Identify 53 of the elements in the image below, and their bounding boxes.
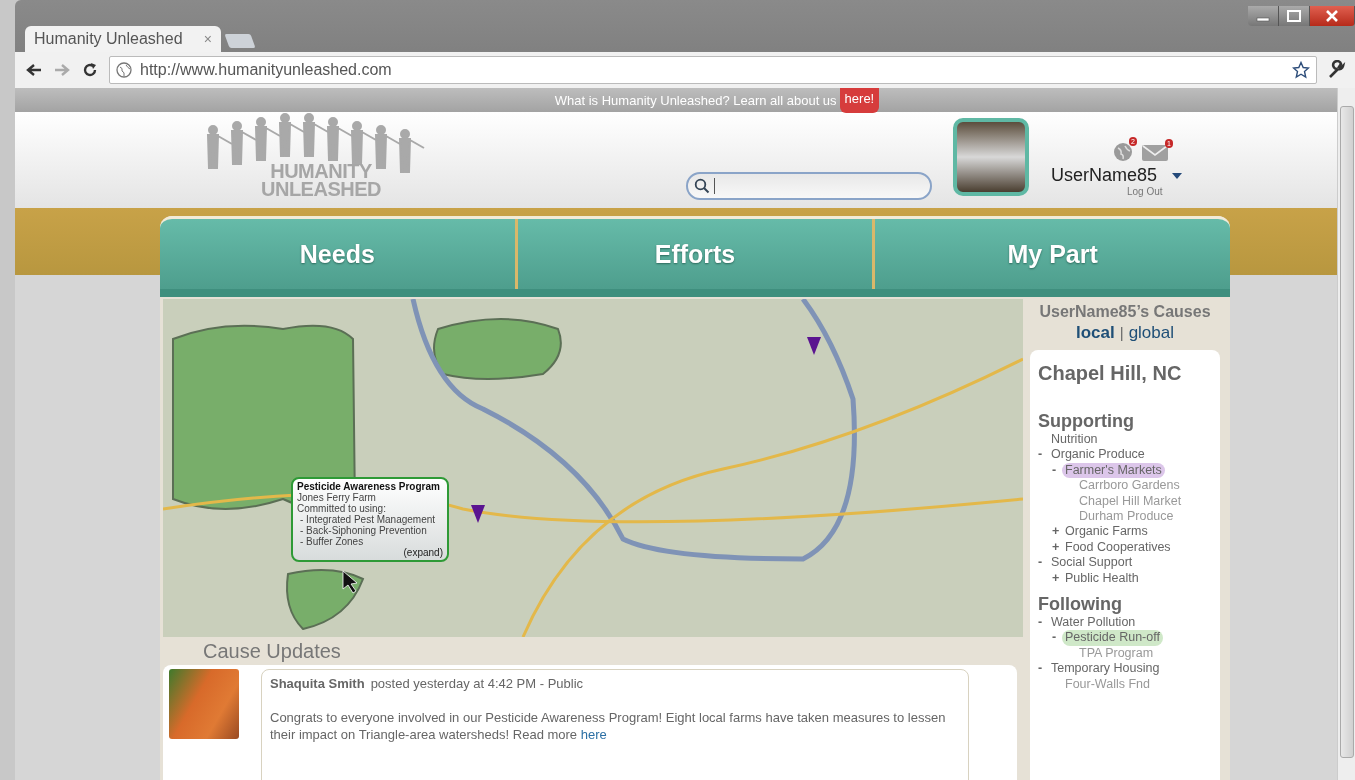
toggle-sign[interactable]: - — [1038, 447, 1048, 463]
separator: | — [1119, 324, 1124, 341]
learn-more-link[interactable]: here! — [839, 88, 880, 113]
popup-list-item: - Back-Siphoning Prevention — [299, 525, 427, 536]
section-title: Cause Updates — [202, 639, 342, 664]
toggle-sign[interactable]: - — [1038, 615, 1048, 631]
logout-link[interactable]: Log Out — [1127, 186, 1163, 197]
toggle-sign[interactable]: + — [1052, 524, 1062, 540]
section-heading: Supporting — [1038, 411, 1135, 432]
post-author[interactable]: Shaquita Smith — [270, 676, 365, 691]
popup-title: Pesticide Awareness Program — [297, 481, 441, 492]
logo-text: HUMANITY — [270, 162, 372, 180]
scope-link[interactable]: local — [1076, 323, 1115, 343]
toggle-sign[interactable]: - — [1052, 630, 1062, 646]
username: UserName85 — [1051, 165, 1158, 186]
post-text: Congrats to everyone involved in our Pesticide Awareness Program! Eight local farms have taken measures to lessen their impact on Triangle-area watersheds! Read more here — [270, 709, 947, 743]
toggle-sign[interactable]: - — [1052, 462, 1062, 479]
expand-link[interactable]: (expand) — [297, 547, 443, 558]
tree-item[interactable]: Chapel Hill Market — [1076, 493, 1185, 510]
popup-text: Committed to using: — [297, 503, 386, 514]
scope-link[interactable]: global — [1128, 323, 1174, 343]
section-heading: Following — [1038, 594, 1123, 616]
tree-item[interactable]: Pesticide Run-off — [1062, 630, 1163, 646]
tree-item[interactable]: Temporary Housing — [1048, 661, 1163, 677]
sidebar-title: UserName85’s Causes — [1039, 303, 1211, 321]
read-more-link[interactable]: here — [580, 727, 607, 742]
map-placeholder[interactable]: Pesticide Awareness Program Jones Ferry Farm Committed to using: - Integrated Pest Management - Back-Siphoning Prevention - Buffer Zones (expand) — [163, 299, 1023, 637]
post-meta: posted yesterday at 4:42 PM - Public — [370, 676, 584, 691]
toggle-sign[interactable]: + — [1052, 570, 1062, 587]
toggle-sign[interactable]: - — [1038, 661, 1048, 677]
banner-text: What is Humanity Unleashed? Learn all about us — [554, 92, 837, 108]
popup-subtitle: Jones Ferry Farm — [297, 492, 376, 503]
toggle-sign[interactable]: + — [1052, 539, 1062, 556]
tree-item[interactable]: Public Health — [1062, 570, 1142, 587]
tree-item[interactable]: Water Pollution — [1048, 615, 1139, 631]
logo-text: UNLEASHED — [261, 180, 381, 198]
browser-tab[interactable]: Humanity Unleashed × — [25, 26, 221, 52]
popup-list-item: - Integrated Pest Management — [299, 514, 437, 525]
tree-item[interactable]: TPA Program — [1076, 645, 1157, 662]
tree-item[interactable]: Organic Produce — [1048, 447, 1148, 463]
tree-item[interactable]: Nutrition — [1048, 432, 1101, 448]
tree-item[interactable]: Farmer's Markets — [1062, 462, 1165, 479]
tree-item[interactable]: Durham Produce — [1076, 509, 1177, 525]
tree-item[interactable]: Social Support — [1048, 555, 1136, 571]
tree-item[interactable]: Carrboro Gardens — [1076, 478, 1183, 494]
tab-close-button[interactable]: × — [203, 31, 212, 47]
tree-item[interactable]: Food Cooperatives — [1062, 539, 1174, 556]
tree-item[interactable]: Organic Farms — [1062, 524, 1151, 540]
address-bar[interactable]: http://www.humanityunleashed.com — [109, 56, 1317, 84]
tree-item[interactable]: Four-Walls Fnd — [1062, 676, 1153, 693]
location-title: Chapel Hill, NC — [1038, 362, 1183, 385]
popup-list-item: - Buffer Zones — [299, 536, 364, 547]
toggle-sign[interactable]: - — [1038, 555, 1048, 571]
